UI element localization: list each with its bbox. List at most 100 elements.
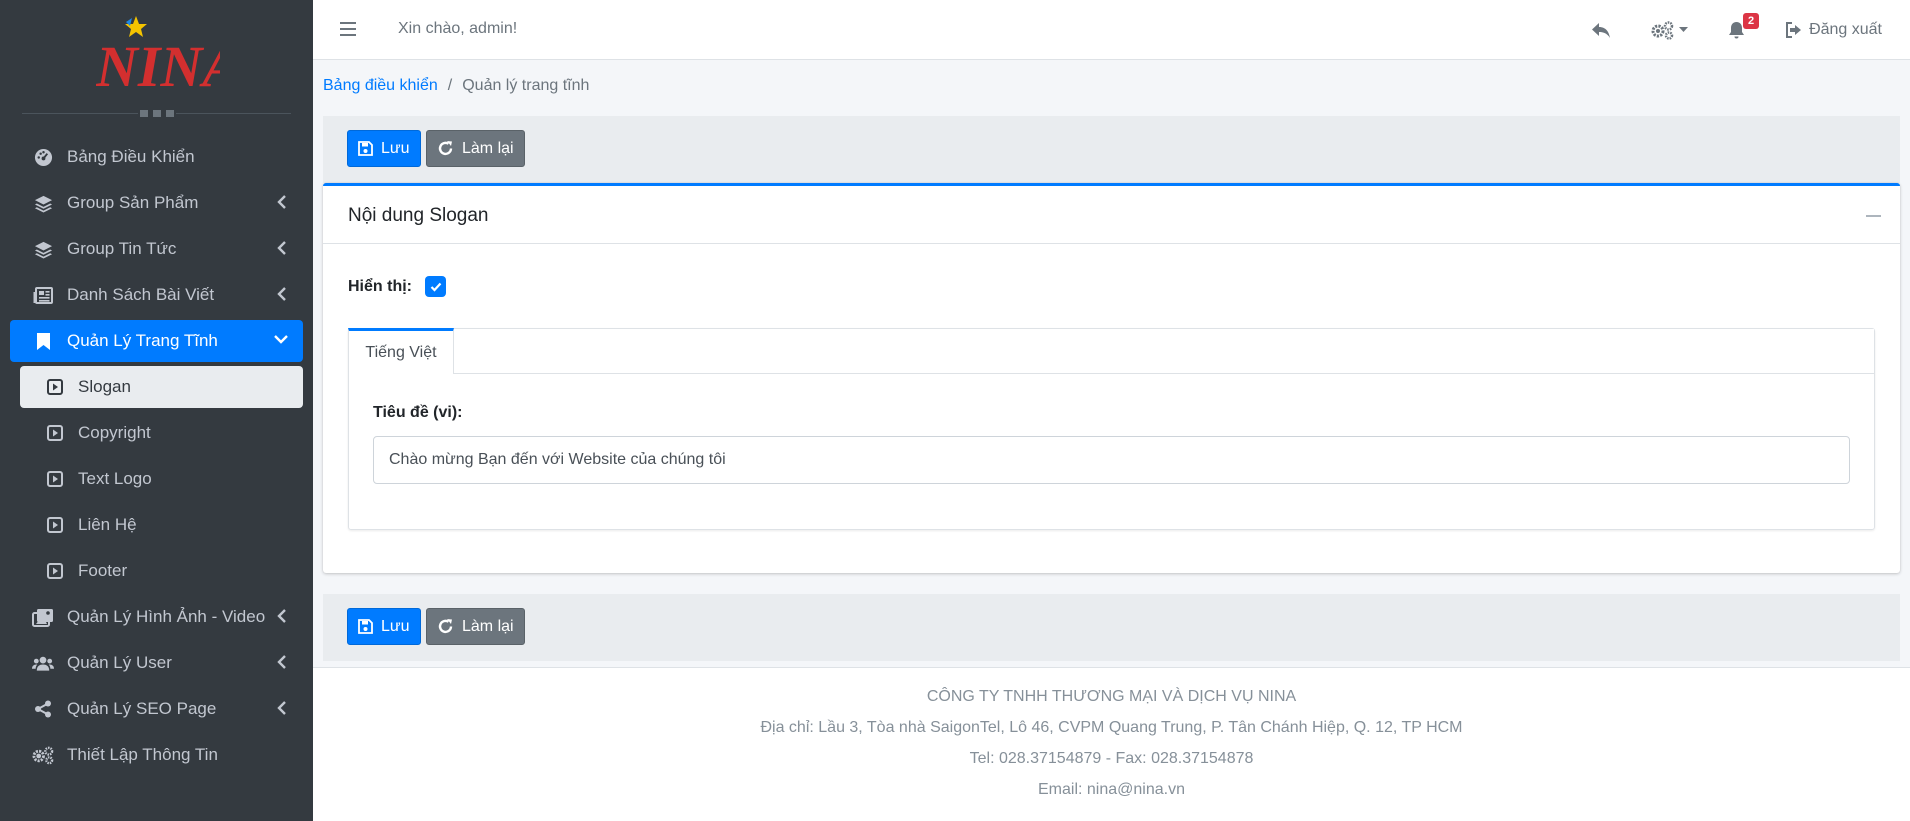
title-input[interactable] xyxy=(373,436,1850,484)
sidebar-item-label: Group Tin Tức xyxy=(67,239,177,258)
sidebar-item-settings[interactable]: Thiết Lập Thông Tin xyxy=(10,734,303,776)
collapse-minus-icon[interactable] xyxy=(1866,208,1882,222)
newspaper-icon xyxy=(32,284,54,306)
settings-dropdown[interactable] xyxy=(1651,20,1689,40)
chevron-down-icon xyxy=(274,335,288,344)
sidebar-subitem-footer[interactable]: Footer xyxy=(20,550,303,592)
chevron-left-icon xyxy=(277,287,286,301)
share-icon xyxy=(32,698,54,720)
sidebar-item-media[interactable]: Quản Lý Hình Ảnh - Video xyxy=(10,596,303,638)
sidebar-item-label: Quản Lý Hình Ảnh - Video xyxy=(67,607,266,626)
sidebar-item-seo[interactable]: Quản Lý SEO Page xyxy=(10,688,303,730)
sidebar-subitem-label: Liên Hệ xyxy=(78,515,137,534)
logout-label: Đăng xuất xyxy=(1809,21,1882,38)
sidebar-subitem-label: Slogan xyxy=(78,377,131,396)
svg-text:NINA: NINA xyxy=(96,34,220,92)
chevron-left-icon xyxy=(277,701,286,715)
sidebar-item-label: Quản Lý SEO Page xyxy=(67,699,217,718)
caret-down-icon xyxy=(1679,27,1689,32)
visibility-row: Hiển thị: xyxy=(348,276,446,297)
logout-button[interactable]: Đăng xuất xyxy=(1785,21,1882,39)
visibility-checkbox[interactable] xyxy=(425,276,446,297)
save-button[interactable]: Lưu xyxy=(347,608,421,645)
notification-count-badge: 2 xyxy=(1742,12,1760,29)
sidebar-item-label: Quản Lý User xyxy=(67,653,172,672)
caret-square-icon xyxy=(46,516,64,534)
bookmark-icon xyxy=(32,330,54,352)
redo-icon xyxy=(438,619,453,634)
breadcrumb-current: Quản lý trang tĩnh xyxy=(462,77,590,94)
reset-button[interactable]: Làm lại xyxy=(426,608,525,645)
sidebar-subitem-label: Text Logo xyxy=(78,469,152,488)
sidebar-item-group-products[interactable]: Group Sản Phẩm xyxy=(10,182,303,224)
sidebar-item-label: Danh Sách Bài Viết xyxy=(67,285,215,304)
save-icon xyxy=(358,141,373,156)
logo-dots xyxy=(138,110,176,118)
language-tabs-card: Tiếng Việt Tiêu đề (vi): xyxy=(348,328,1875,530)
sidebar-item-label: Bảng Điều Khiển xyxy=(67,147,195,166)
slogan-card: Nội dung Slogan Hiển thị: Tiếng Việt Tiê… xyxy=(323,183,1900,573)
caret-square-icon xyxy=(46,470,64,488)
hamburger-menu-icon[interactable] xyxy=(339,18,359,40)
sidebar-item-dashboard[interactable]: Bảng Điều Khiển xyxy=(10,136,303,178)
sidebar-item-group-news[interactable]: Group Tin Tức xyxy=(10,228,303,270)
check-icon xyxy=(430,282,441,292)
title-field-label: Tiêu đề (vi): xyxy=(373,404,463,421)
breadcrumb-home-link[interactable]: Bảng điều khiển xyxy=(323,77,438,94)
chevron-left-icon xyxy=(277,609,286,623)
sidebar-item-articles[interactable]: Danh Sách Bài Viết xyxy=(10,274,303,316)
sidebar: NINA Bảng Điều Khiển Group Sản Phẩm Grou… xyxy=(0,0,313,821)
sidebar-subitem-text-logo[interactable]: Text Logo xyxy=(20,458,303,500)
sidebar-subitem-slogan[interactable]: Slogan xyxy=(20,366,303,408)
cogs-icon xyxy=(32,744,54,766)
caret-square-icon xyxy=(46,378,64,396)
sidebar-nav: Bảng Điều Khiển Group Sản Phẩm Group Tin… xyxy=(10,136,303,780)
top-actions: 2 Đăng xuất xyxy=(1551,0,1882,60)
redo-icon xyxy=(438,141,453,156)
bottom-action-bar: Lưu Làm lại xyxy=(323,594,1900,661)
save-button[interactable]: Lưu xyxy=(347,130,421,167)
footer-address: Địa chỉ: Lầu 3, Tòa nhà SaigonTel, Lô 46… xyxy=(760,719,1463,736)
chevron-left-icon xyxy=(277,195,286,209)
chevron-left-icon xyxy=(277,241,286,255)
reset-label: Làm lại xyxy=(462,617,514,635)
notifications-button[interactable]: 2 xyxy=(1728,12,1760,40)
logo-area: NINA xyxy=(0,0,313,118)
greeting-text: Xin chào, admin! xyxy=(398,20,518,37)
brand-logo[interactable]: NINA xyxy=(96,14,220,92)
footer-phone: Tel: 028.37154879 - Fax: 028.37154878 xyxy=(969,750,1254,767)
reset-label: Làm lại xyxy=(462,139,514,157)
images-icon xyxy=(32,606,54,628)
caret-square-icon xyxy=(46,562,64,580)
footer-email: Email: nina@nina.vn xyxy=(1038,781,1185,798)
cogs-icon xyxy=(1651,20,1674,40)
sidebar-subitem-label: Footer xyxy=(78,561,128,580)
save-icon xyxy=(358,619,373,634)
save-label: Lưu xyxy=(381,139,410,157)
reset-button[interactable]: Làm lại xyxy=(426,130,525,167)
layers-icon xyxy=(32,192,54,214)
sidebar-item-static-pages[interactable]: Quản Lý Trang Tĩnh xyxy=(10,320,303,362)
reply-icon[interactable] xyxy=(1591,22,1611,39)
card-header: Nội dung Slogan xyxy=(323,186,1900,244)
users-icon xyxy=(32,652,54,674)
save-label: Lưu xyxy=(381,617,410,635)
sidebar-item-label: Quản Lý Trang Tĩnh xyxy=(67,331,218,350)
dashboard-icon xyxy=(32,146,54,168)
language-tabs: Tiếng Việt xyxy=(348,328,1874,374)
sidebar-item-label: Thiết Lập Thông Tin xyxy=(67,745,218,764)
caret-square-icon xyxy=(46,424,64,442)
sidebar-subitem-copyright[interactable]: Copyright xyxy=(20,412,303,454)
layers-icon xyxy=(32,238,54,260)
sidebar-subitem-contact[interactable]: Liên Hệ xyxy=(20,504,303,546)
chevron-left-icon xyxy=(277,655,286,669)
sidebar-item-label: Group Sản Phẩm xyxy=(67,193,199,212)
footer-company: CÔNG TY TNHH THƯƠNG MẠI VÀ DỊCH VỤ NINA xyxy=(926,688,1297,705)
breadcrumb-separator: / xyxy=(447,77,453,94)
tab-vietnamese[interactable]: Tiếng Việt xyxy=(348,328,454,374)
sidebar-item-users[interactable]: Quản Lý User xyxy=(10,642,303,684)
visibility-label: Hiển thị: xyxy=(348,277,412,295)
top-navbar: Xin chào, admin! 2 Đăng xuất xyxy=(313,0,1910,60)
top-action-bar: Lưu Làm lại xyxy=(323,116,1900,183)
sign-out-icon xyxy=(1786,22,1802,38)
